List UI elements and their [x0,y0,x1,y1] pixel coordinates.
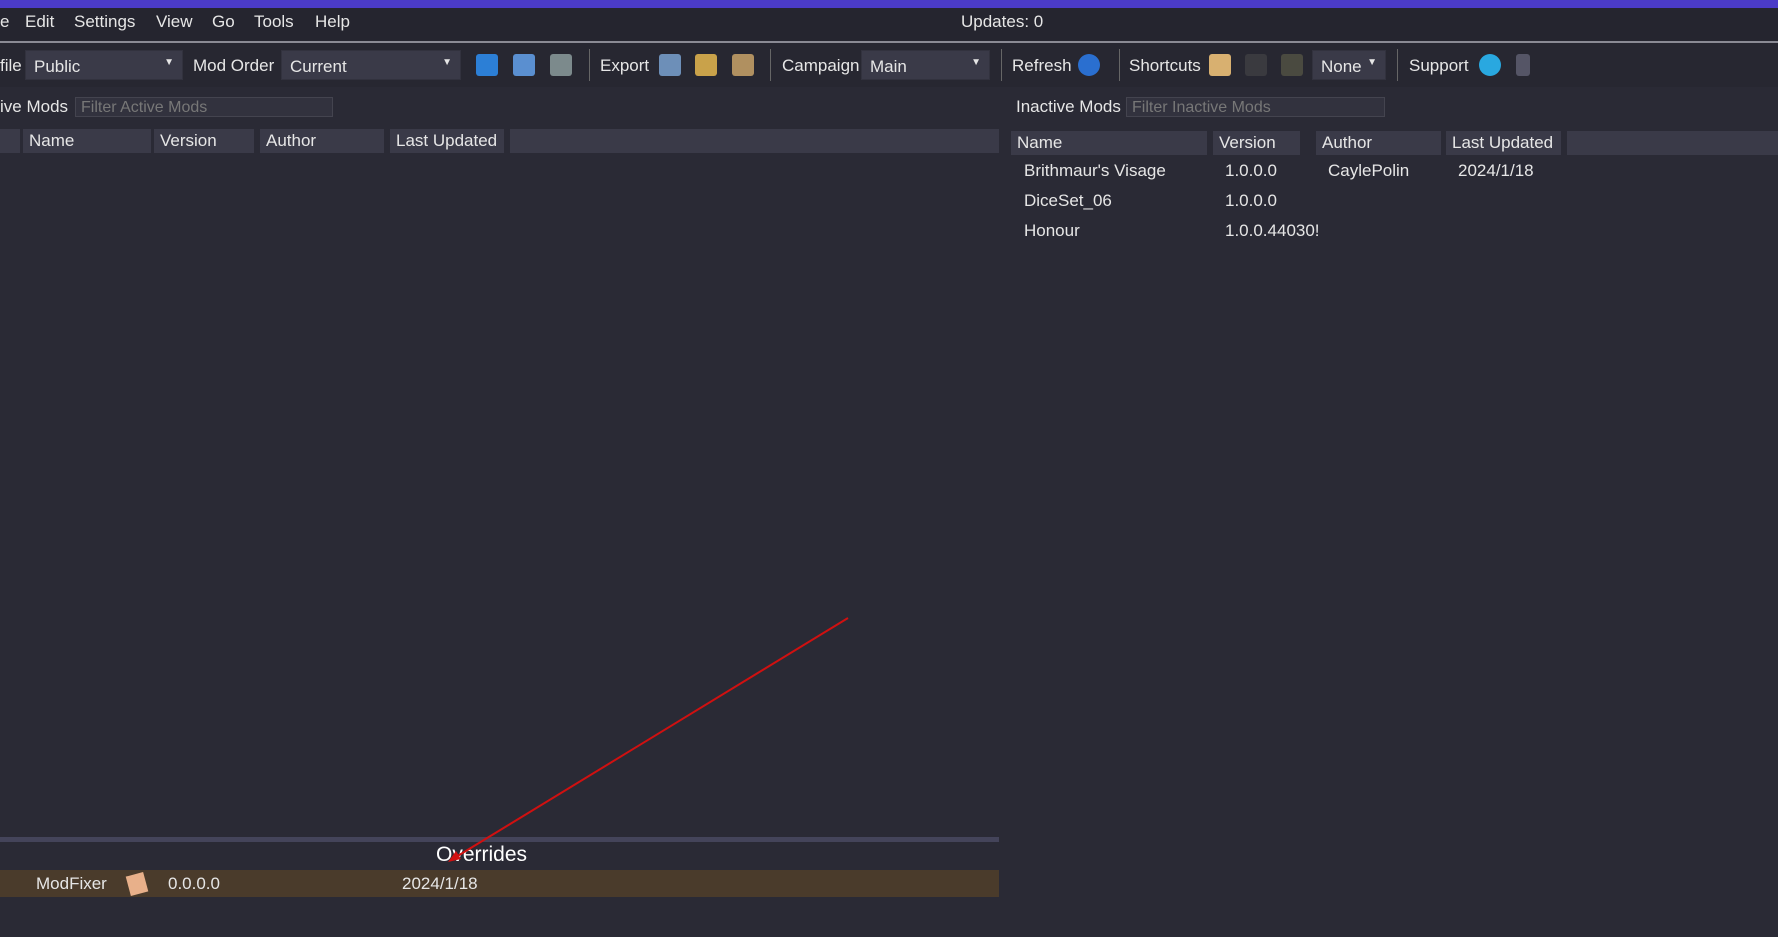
active-col-filler [510,129,999,153]
chevron-down-icon: ▼ [442,57,452,68]
mod-version: 1.0.0.0 [1225,161,1277,180]
export-game-icon[interactable] [659,54,681,76]
shortcut-value: None [1321,57,1362,76]
chevron-down-icon: ▼ [1367,57,1377,68]
updates-count: Updates: 0 [961,12,1044,31]
add-order-icon[interactable] [550,54,572,76]
shortcuts-label: Shortcuts [1129,56,1201,75]
inactive-mod-row[interactable]: Brithmaur's Visage 1.0.0.0 CaylePolin 20… [1011,160,1778,190]
kofi-icon[interactable] [1479,54,1501,76]
game-icon[interactable] [1281,54,1303,76]
mod-updated: 2024/1/18 [402,874,478,893]
larian-icon[interactable] [1245,54,1267,76]
toolbar-divider [1001,49,1002,81]
open-folder-icon[interactable] [1209,54,1231,76]
mod-name: ModFixer [36,874,107,893]
toolbar-divider [770,49,771,81]
active-col-version[interactable]: Version [154,129,254,153]
menu-help[interactable]: Help [315,12,350,32]
save-as-icon[interactable] [513,54,535,76]
support-label: Support [1409,56,1469,75]
shortcut-select[interactable]: None ▼ [1312,50,1386,80]
mod-order-value: Current [290,57,347,76]
menu-view[interactable]: View [156,12,193,32]
active-col-author[interactable]: Author [260,129,384,153]
chevron-down-icon: ▼ [971,57,981,68]
menu-go[interactable]: Go [212,12,235,32]
inactive-mods-filter[interactable]: Filter Inactive Mods [1126,97,1385,117]
inactive-col-name[interactable]: Name [1011,131,1207,155]
inactive-mods-title: Inactive Mods [1016,97,1121,116]
menu-settings[interactable]: Settings [74,12,135,32]
active-mods-title: ive Mods [0,97,69,116]
mod-order-label: Mod Order [193,56,275,75]
overrides-title: Overrides [436,843,528,866]
mod-version: 1.0.0.0 [1225,191,1277,210]
overrides-splitter[interactable] [0,837,999,842]
mod-version: 1.0.0.44030! [1225,221,1320,240]
refresh-icon[interactable] [1078,54,1100,76]
export-zip-icon[interactable] [695,54,717,76]
active-mods-filter[interactable]: Filter Active Mods [75,97,333,117]
mod-author: CaylePolin [1328,161,1410,180]
save-icon[interactable] [476,54,498,76]
mod-order-select[interactable]: Current ▼ [281,50,461,80]
toolbar-divider [589,49,590,81]
profile-label: file [0,56,22,75]
campaign-value: Main [870,57,907,76]
export-label: Export [600,56,650,75]
override-row[interactable]: ModFixer 0.0.0.0 2024/1/18 [0,870,999,897]
inactive-col-author[interactable]: Author [1316,131,1441,155]
menu-edit[interactable]: Edit [25,12,54,32]
active-col-updated[interactable]: Last Updated [390,129,504,153]
campaign-select[interactable]: Main ▼ [861,50,990,80]
profile-value: Public [34,57,81,76]
inactive-col-filler [1567,131,1778,155]
mod-name: DiceSet_06 [1024,191,1112,210]
active-col-name[interactable]: Name [23,129,151,153]
inactive-mod-row[interactable]: DiceSet_06 1.0.0.0 [1011,190,1778,220]
toolbar-divider [1119,49,1120,81]
active-col-index[interactable] [0,129,20,153]
menu-bar: e Edit Settings View Go Tools Help Updat… [0,8,1778,41]
menu-file[interactable]: e [0,12,9,32]
title-accent-bar [0,0,1778,8]
export-text-icon[interactable] [732,54,754,76]
mod-name: Honour [1024,221,1080,240]
mod-name: Brithmaur's Visage [1024,161,1166,180]
mod-version: 0.0.0.0 [168,874,220,893]
refresh-label: Refresh [1012,56,1072,75]
inactive-col-updated[interactable]: Last Updated [1446,131,1561,155]
inactive-mod-row[interactable]: Honour 1.0.0.44030! [1011,220,1778,250]
toolbar-divider [1397,49,1398,81]
scroll-icon [125,872,149,896]
chevron-down-icon: ▼ [164,57,174,68]
inactive-col-version[interactable]: Version [1213,131,1300,155]
mod-updated: 2024/1/18 [1458,161,1534,180]
profile-select[interactable]: Public ▼ [25,50,183,80]
campaign-label: Campaign [782,56,860,75]
patreon-icon[interactable] [1516,54,1530,76]
menu-tools[interactable]: Tools [254,12,294,32]
